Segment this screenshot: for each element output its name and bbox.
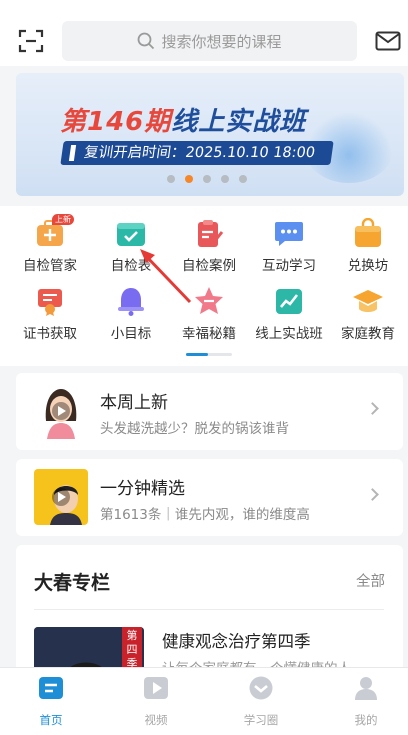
certificate-icon [38,289,62,316]
one-minute-thumbnail [34,469,88,525]
banner-page-dot[interactable] [221,175,229,183]
tab-profile[interactable]: 我的 [326,676,406,728]
banner-subtitle: 复训开启时间：2025.10.10 18:00 [60,141,334,165]
search-icon [138,32,155,50]
banner-page-dot[interactable] [185,175,193,183]
checklist-icon [117,223,145,246]
card-title: 一分钟精选 [100,479,185,499]
search-placeholder: 搜索你想要的课程 [161,32,282,51]
feature-grid: 上新 自检管家 自检表 自检案例 互动学习 兑换坊 证书获取 小目标 幸福秘籍 … [0,206,408,366]
chevron-right-icon [366,402,379,415]
grid-item-small-goal[interactable]: 小目标 [91,286,171,342]
course-title[interactable]: 健康观念治疗第四季 [162,628,311,652]
banner-page-dot[interactable] [239,175,247,183]
view-all-link[interactable]: 全部 [356,570,385,591]
grid-item-self-check-table[interactable]: 自检表 [91,218,171,274]
banner-page-dot[interactable] [167,175,175,183]
shopping-bag-icon [355,217,381,247]
scan-icon[interactable] [18,29,44,53]
grid-item-self-check-cases[interactable]: 自检案例 [169,218,249,274]
grid-item-happiness-secrets[interactable]: 幸福秘籍 [169,286,249,342]
banner-page-dot[interactable] [203,175,211,183]
card-subtitle: 第1613条｜谁先内观，谁的维度高 [100,507,310,523]
card-title: 本周上新 [100,393,168,413]
new-badge: 上新 [52,214,74,225]
banner-title: 第146期线上实战班 [60,107,307,137]
divider [34,609,384,610]
graduation-cap-icon [353,290,383,312]
search-input[interactable]: 搜索你想要的课程 [62,21,357,61]
chevron-right-icon [366,488,379,501]
user-icon [355,677,377,700]
bottom-tab-bar: 首页 视频 学习圈 我的 [0,667,408,735]
section-title: 大春专栏 [34,572,111,594]
tab-home[interactable]: 首页 [11,676,91,728]
card-subtitle: 头发越洗越少？脱发的锅该谁背 [100,421,289,437]
tab-video[interactable]: 视频 [116,676,196,728]
grid-item-online-training[interactable]: 线上实战班 [249,286,329,342]
video-play-icon [144,677,168,699]
star-smile-icon [195,287,223,314]
grid-item-get-certificate[interactable]: 证书获取 [10,286,90,342]
tab-learning-circle[interactable]: 学习圈 [221,676,301,728]
banner-pagination [167,175,247,183]
one-minute-card[interactable]: 一分钟精选 第1613条｜谁先内观，谁的维度高 [16,459,403,536]
learning-circle-icon [249,676,273,700]
grid-item-family-education[interactable]: 家庭教育 [328,286,408,342]
clipboard-edit-icon [198,220,224,247]
mail-icon[interactable] [375,31,401,51]
weekly-new-card[interactable]: 本周上新 头发越洗越少？脱发的锅该谁背 [16,373,403,450]
top-header: 搜索你想要的课程 [0,0,408,66]
chat-bubble-icon [275,222,303,246]
grid-page-indicator [186,353,232,356]
trend-chart-icon [276,289,302,314]
weekly-new-thumbnail [34,383,88,439]
grid-item-interactive-learning[interactable]: 互动学习 [249,218,329,274]
bell-icon [118,288,144,316]
grid-item-exchange-shop[interactable]: 兑换坊 [328,217,408,274]
home-icon [39,677,63,699]
grid-item-self-check-manager[interactable]: 上新 自检管家 [10,214,90,274]
